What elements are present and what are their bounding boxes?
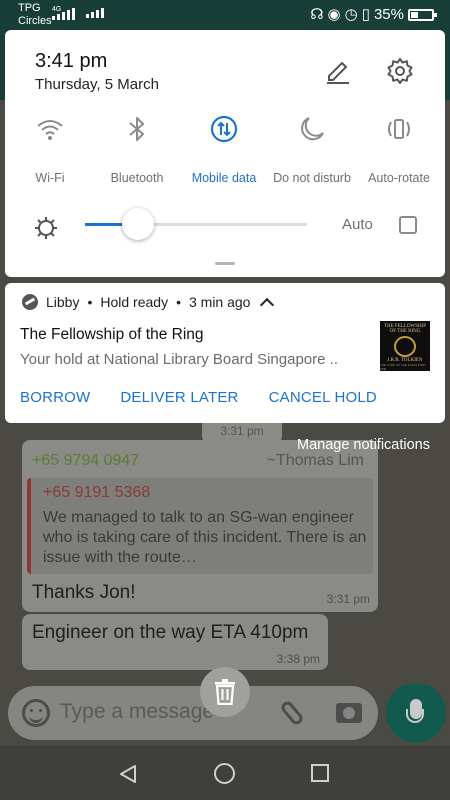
sender-number[interactable]: +65 9794 0947 <box>32 452 139 470</box>
headset-icon: ☊ <box>310 5 324 23</box>
tile-auto-rotate[interactable]: Auto-rotate <box>355 114 443 185</box>
message-text: Thanks Jon! <box>32 582 136 603</box>
quoted-message[interactable]: +65 9191 5368 We managed to talk to an S… <box>27 478 373 574</box>
clock-date: Thursday, 5 March <box>35 76 159 93</box>
notification-card[interactable]: Libby • Hold ready • 3 min ago The Fello… <box>5 283 445 423</box>
tile-label: Auto-rotate <box>368 171 430 185</box>
status-icons: ☊ ◉ ◷ ▯ 35% <box>310 5 437 23</box>
mobile-data-icon <box>210 115 238 143</box>
ring-icon <box>394 336 416 357</box>
tile-do-not-disturb[interactable]: Do not disturb <box>268 114 356 185</box>
status-bar: TPG Circles 4G ☊ ◉ ◷ ▯ 35% <box>0 0 450 30</box>
recent-apps-icon[interactable] <box>311 764 329 782</box>
notification-summary: Hold ready <box>100 294 169 310</box>
emoji-icon[interactable] <box>22 699 50 727</box>
clock-time: 3:41 pm <box>35 50 108 72</box>
message-input-bar[interactable]: Type a message <box>8 686 378 740</box>
clear-all-notifications-button[interactable] <box>200 667 250 717</box>
vibrate-icon: ▯ <box>361 5 370 23</box>
signal-icon <box>86 8 104 18</box>
signal-icon <box>52 8 75 20</box>
edit-icon[interactable] <box>323 56 353 86</box>
auto-brightness-label: Auto <box>342 216 373 233</box>
tile-label: Do not disturb <box>273 171 351 185</box>
quoted-sender-number: +65 9191 5368 <box>43 484 151 501</box>
microphone-icon <box>406 699 424 723</box>
separator-dot: • <box>176 294 181 310</box>
notification-title: The Fellowship of the Ring <box>20 326 204 343</box>
app-name: Libby <box>46 294 80 310</box>
book-cover-image: THE FELLOWSHIP OF THE RING J.R.R. TOLKIE… <box>380 321 430 371</box>
battery-icon <box>408 8 437 21</box>
notification-body: Your hold at National Library Board Sing… <box>20 351 338 368</box>
rotate-icon <box>388 119 410 139</box>
tile-label: Wi-Fi <box>35 171 65 185</box>
message-input[interactable]: Type a message <box>60 700 214 724</box>
back-icon[interactable] <box>118 764 138 784</box>
tile-label: Bluetooth <box>110 171 164 185</box>
alarm-icon: ◷ <box>344 5 358 23</box>
moon-icon <box>301 117 324 141</box>
tile-bluetooth[interactable]: Bluetooth <box>93 114 181 185</box>
cancel-hold-button[interactable]: CANCEL HOLD <box>269 389 377 406</box>
quoted-message-text: We managed to talk to an SG-wan engineer… <box>43 509 367 566</box>
notification-time: 3 min ago <box>188 294 251 310</box>
brightness-slider-thumb[interactable] <box>122 208 155 240</box>
notification-actions: BORROW DELIVER LATER CANCEL HOLD <box>20 389 377 406</box>
tile-mobile-data[interactable]: Mobile data <box>180 114 268 185</box>
wifi-icon <box>37 120 63 140</box>
borrow-button[interactable]: BORROW <box>20 389 90 406</box>
tile-label: Mobile data <box>191 171 257 185</box>
libby-app-icon <box>22 294 38 310</box>
carrier-label: TPG Circles <box>18 2 52 27</box>
notification-header[interactable]: Libby • Hold ready • 3 min ago <box>22 294 275 312</box>
auto-brightness-checkbox[interactable] <box>399 216 417 234</box>
message-bubble[interactable]: Engineer on the way ETA 410pm 3:38 pm <box>22 614 328 670</box>
panel-drag-handle[interactable] <box>215 262 235 265</box>
attach-icon[interactable] <box>279 699 305 727</box>
message-time: 3:31 pm <box>326 592 370 606</box>
home-icon[interactable] <box>214 763 235 784</box>
message-bubble-quoted[interactable]: 3:31 pm +65 9794 0947 ~Thomas Lim +65 91… <box>22 414 378 612</box>
trash-icon <box>215 679 235 705</box>
chevron-up-icon[interactable] <box>260 297 275 312</box>
navigation-bar <box>0 746 450 800</box>
gear-icon[interactable] <box>385 56 415 86</box>
separator-dot: • <box>87 294 93 310</box>
battery-percent: 35% <box>373 6 404 23</box>
bluetooth-icon <box>129 117 144 141</box>
message-time: 3:38 pm <box>276 652 320 666</box>
message-text: Engineer on the way ETA 410pm <box>32 622 309 643</box>
camera-icon[interactable] <box>336 703 362 723</box>
brightness-slider[interactable] <box>85 208 307 240</box>
tile-wifi[interactable]: Wi-Fi <box>6 114 94 185</box>
manage-notifications-link[interactable]: Manage notifications <box>297 437 430 453</box>
quick-settings-panel: 3:41 pm Thursday, 5 March Wi-Fi Bluetoot… <box>5 30 445 277</box>
sender-name: ~Thomas Lim <box>266 452 364 469</box>
brightness-icon <box>35 217 57 239</box>
deliver-later-button[interactable]: DELIVER LATER <box>120 389 238 406</box>
voice-record-button[interactable] <box>386 683 446 743</box>
eye-icon: ◉ <box>327 5 341 23</box>
